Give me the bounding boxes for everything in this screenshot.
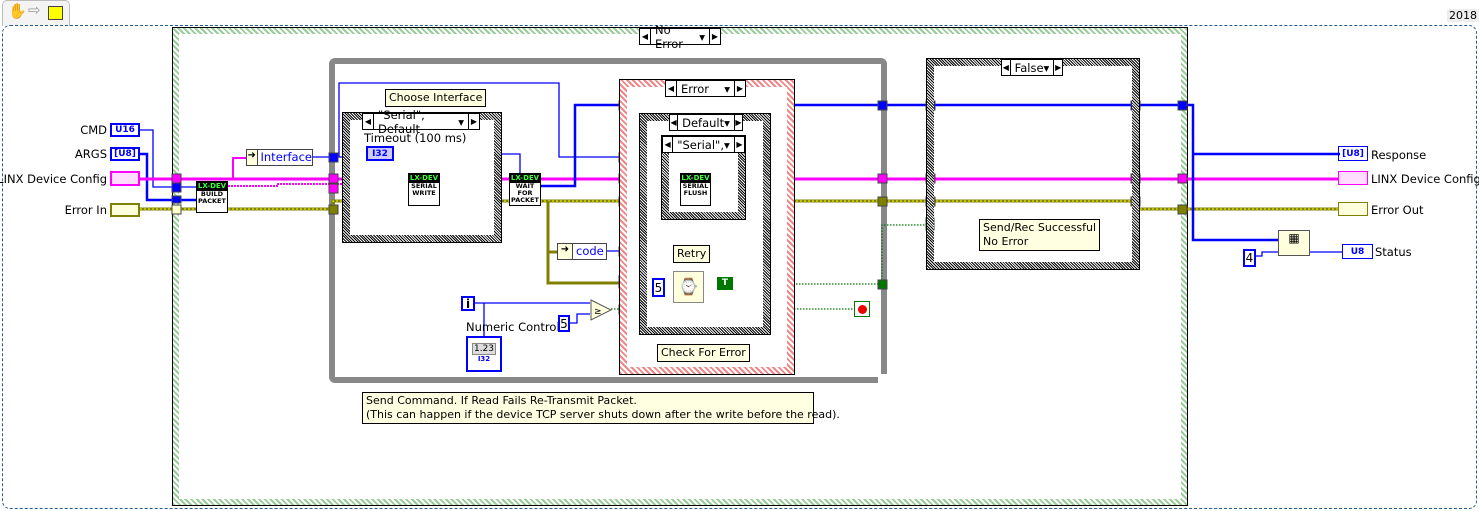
timeout-label: Timeout (100 ms) [364,131,467,145]
greater-or-equal-icon[interactable]: ≥ [590,299,612,321]
svg-text:≥: ≥ [594,307,602,317]
numeric-control[interactable]: 1.23 I32 [466,336,502,372]
retry-label: Retry [673,245,711,263]
args-label: ARGS [74,147,107,161]
retry-case-selector[interactable]: ◀ Default ▾ ▶ [669,114,743,131]
config-wire-2 [228,183,345,187]
args-control[interactable]: [U8] [110,147,140,161]
args-wire [140,152,196,202]
index-constant[interactable]: 4 [1243,249,1256,267]
iteration-terminal: i [461,296,475,311]
wait-constant[interactable]: 5 [652,278,665,297]
arrow-icon: ➜ [558,244,573,259]
error-in-label: Error In [64,203,107,217]
status-label: Status [1375,245,1412,259]
block-diagram: ✋ ⇨ 2018 ◀ No Error ▾ ▶ CMD U16 ARGS [U8… [0,0,1479,511]
unbundle-interface[interactable]: ➜ Interface [246,149,313,166]
code-tap-wire [546,201,622,285]
response-indicator: [U8] [1338,146,1368,161]
config-in-label: LINX Device Config [0,172,107,186]
cmd-label: CMD [80,123,107,137]
comment: Send Command. If Read Fails Re-Transmit … [362,392,840,424]
check-for-error-label: Check For Error [657,344,750,362]
true-constant[interactable]: T [717,277,733,290]
config-in-control[interactable] [110,171,140,186]
stop-condition-icon[interactable] [854,301,870,317]
serial-write-subvi[interactable]: LX-DEV SERIAL WRITE [408,173,440,206]
response-label: Response [1371,148,1427,162]
wait-ms-icon[interactable]: ⌚ [673,271,704,303]
error-case-selector[interactable]: ◀ Error ▾ ▶ [665,80,746,97]
numeric-control-label: Numeric Control [466,320,560,334]
error-out-label: Error Out [1371,203,1424,217]
serial-case-selector[interactable]: ◀ "Serial", ▾ ▶ [662,136,745,153]
choose-interface-label: Choose Interface [385,89,487,107]
serial-flush-subvi[interactable]: LX-DEV SERIAL FLUSH [680,173,711,206]
timeout-constant[interactable]: I32 [366,146,394,161]
build-packet-subvi[interactable]: LX-DEV BUILD PACKET [196,181,228,213]
index-const-wire [1255,251,1278,257]
interface-case-selector[interactable]: ◀ "Serial", Default ▾ ▶ [362,108,480,136]
status-indicator: U8 [1342,244,1373,259]
cmd-control[interactable]: U16 [110,123,140,137]
arrow-icon: ➜ [247,150,258,165]
error-in-control[interactable] [110,203,140,217]
error-out-indicator [1338,202,1368,216]
compare-constant[interactable]: 5 [558,315,570,332]
success-label: Send/Rec Successful No Error [979,219,1101,251]
interface-branch [232,157,246,179]
config-out-indicator [1338,171,1368,185]
unbundle-code[interactable]: ➜ code [557,243,607,260]
index-array-icon[interactable]: ▦ [1278,230,1310,256]
false-case-selector[interactable]: ◀ False ▾ ▶ [1001,59,1063,76]
config-out-label: LINX Device Config [1371,172,1479,186]
wait-for-packet-subvi[interactable]: LX-DEV WAIT FOR PACKET [509,173,541,206]
